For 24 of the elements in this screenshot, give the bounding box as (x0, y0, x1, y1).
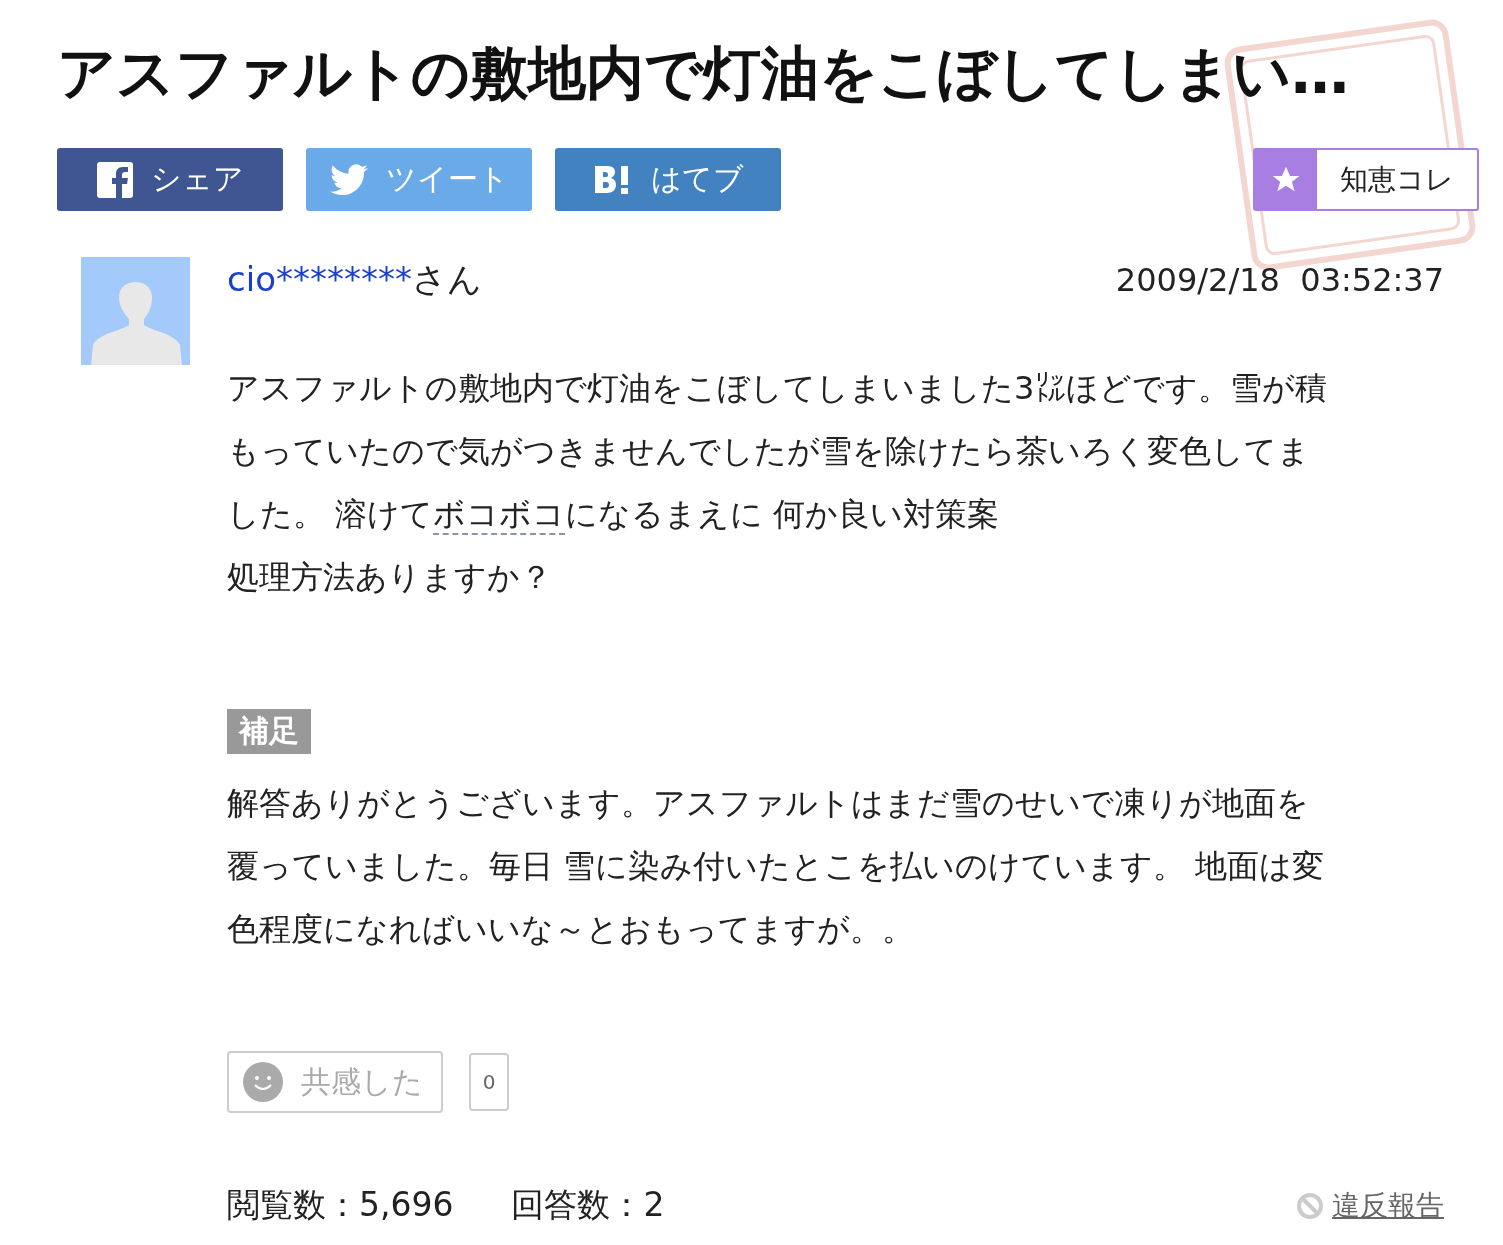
user-suffix: さん (411, 259, 482, 299)
view-count: 閲覧数：5,696 (227, 1184, 454, 1226)
supplement-text-line: 色程度になればいいな～とおもってますが。。 (227, 909, 915, 950)
collect-button[interactable]: 知恵コレ (1253, 148, 1479, 211)
share-button[interactable]: シェア (57, 148, 283, 211)
question-text-line: アスファルトの敷地内で灯油をこぼしてしまいました3㍑ほどです。雪が積 (227, 368, 1329, 409)
report-link[interactable]: 違反報告 (1296, 1186, 1444, 1225)
question-title: アスファルトの敷地内で灯油をこぼしてしまい… (57, 38, 1350, 109)
user-link[interactable]: cio******** (227, 259, 412, 299)
post-date: 2009/2/18 03:52:37 (1115, 261, 1444, 299)
smiley-icon (243, 1062, 283, 1102)
keyword-link[interactable]: ボコボコ (433, 495, 566, 535)
prohibited-icon (1296, 1191, 1324, 1220)
answer-count: 回答数：2 (511, 1184, 665, 1226)
question-text-line: もっていたので気がつきませんでしたが雪を除けたら茶いろく変色してま (227, 431, 1311, 472)
facebook-icon (96, 161, 133, 198)
supplement-label: 補足 (227, 709, 311, 754)
share-button[interactable]: はてブ (555, 148, 781, 211)
bird-icon (329, 163, 368, 196)
empathy-count: 0 (469, 1053, 509, 1111)
supplement-text-line: 覆っていました。毎日 雪に染み付いたとこを払いのけています。 地面は変 (227, 846, 1326, 887)
question-text-line: した。 溶けてボコボコ になるまえに 何か良い対策案 (227, 494, 1001, 537)
supplement-text-line: 解答ありがとうございます。アスファルトはまだ雪のせいで凍りが地面を (227, 783, 1310, 824)
question-text-line: 処理方法ありますか？ (227, 557, 553, 598)
